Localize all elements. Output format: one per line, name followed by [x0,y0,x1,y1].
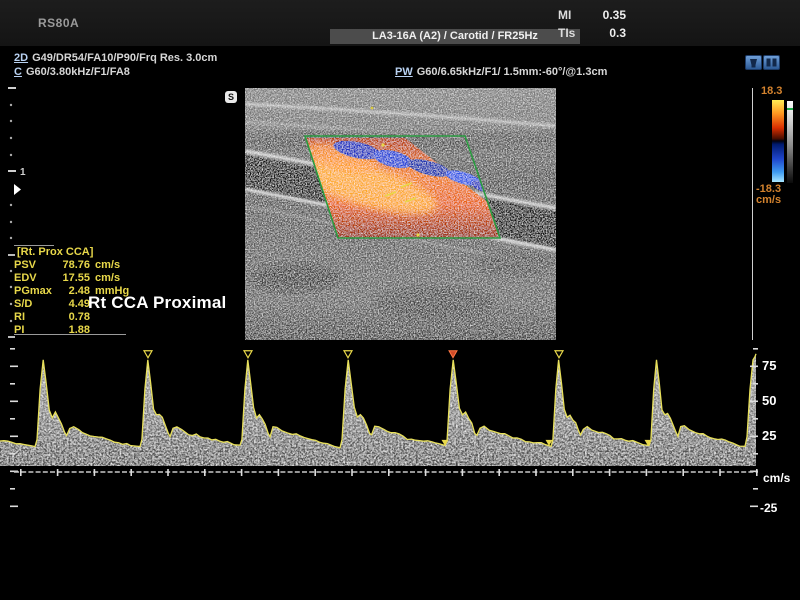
vel-label-neg25: -25 [760,501,778,515]
mi-readout: MI 0.35 [558,8,626,22]
pw-params: PW G60/6.65kHz/F1/ 1.5mm:-60°/@1.3cm [395,66,607,78]
depth-label-1cm: 1 [20,167,26,178]
measurement-title: [Rt. Prox CCA] [17,246,130,259]
depth-tick-1cm [8,170,16,172]
color-scale-max: 18.3 [761,85,782,97]
depth-tick-0cm [8,87,16,89]
2d-params-text: G49/DR54/FA10/P90/Frq Res. 3.0cm [32,52,217,64]
vel-label-25: 25 [762,428,776,443]
measurement-row: PI1.88 [14,324,130,337]
color-scale-unit: cm/s [756,194,781,206]
measurement-box-top-line [14,245,54,246]
vel-label-50: 50 [762,393,776,408]
measurement-row: PSV78.76cm/s [14,259,130,272]
gray-map-marker [787,108,793,110]
selected-peak-marker-icon [449,351,457,358]
mi-value: 0.35 [603,8,626,22]
peak-marker-icon [344,351,352,358]
probe-icon[interactable] [745,55,762,70]
vel-label-75: 75 [762,358,776,373]
pw-mode-label: PW [395,66,413,78]
gate-dot-bottom [416,233,419,236]
2d-params: 2D G49/DR54/FA10/P90/Frq Res. 3.0cm [14,52,217,64]
color-bar [772,100,784,182]
spectral-trace-layer: 75 50 25 cm/s -25 [0,340,800,540]
velocity-time-axes [10,348,758,507]
mi-label: MI [558,8,571,22]
orientation-marker: S [225,91,237,103]
2d-mode-label: 2D [14,52,28,64]
tissue-speckle [245,88,556,340]
probe-preset-info: LA3-16A (A2) / Carotid / FR25Hz [330,29,580,44]
measurement-row: EDV17.55cm/s [14,272,130,285]
exam-annotation[interactable]: Rt CCA Proximal [88,293,226,313]
tis-readout: TIs 0.3 [558,26,626,40]
pw-params-text: G60/6.65kHz/F1/ 1.5mm:-60°/@1.3cm [417,66,608,78]
machine-model: RS80A [38,16,79,30]
tissue-marker-dot [371,107,374,110]
gray-bar [787,101,793,183]
tis-label: TIs [558,26,575,40]
peak-marker-icon [144,351,152,358]
ultrasound-screen: RS80A LA3-16A (A2) / Carotid / FR25Hz MI… [0,0,800,600]
peak-marker-icon [555,351,563,358]
color-params: C G60/3.80kHz/F1/FA8 [14,66,130,78]
gate-dot-top [381,143,384,146]
measurement-box: [Rt. Prox CCA] PSV78.76cm/s EDV17.55cm/s… [14,246,130,337]
focus-marker-icon [14,184,21,195]
dual-display-icon[interactable] [763,55,780,70]
tis-value: 0.3 [609,26,626,40]
header-bar: RS80A LA3-16A (A2) / Carotid / FR25Hz MI… [0,0,800,47]
color-params-text: G60/3.80kHz/F1/FA8 [26,66,130,78]
peak-marker-icon [244,351,252,358]
spectral-fill [0,354,756,466]
bmode-image [245,88,556,340]
measurement-box-bottom-line [14,334,126,335]
image-right-border [752,88,753,340]
color-mode-label: C [14,66,22,78]
color-scale-min: -18.3 cm/s [756,184,781,206]
vel-unit: cm/s [763,471,791,485]
